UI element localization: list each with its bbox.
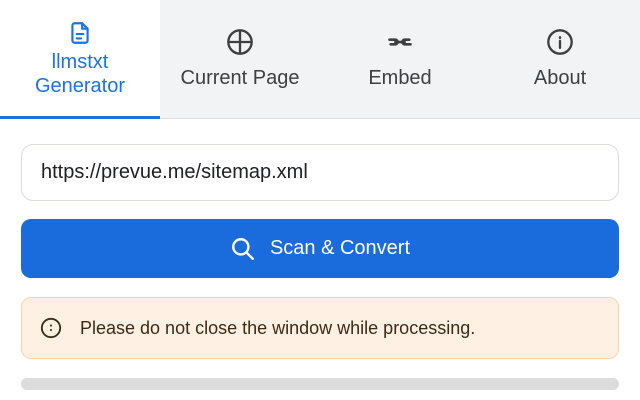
search-icon (232, 237, 254, 260)
clock-icon (40, 317, 62, 339)
tab-embed[interactable]: Embed (320, 0, 480, 118)
processing-notice: Please do not close the window while pro… (21, 297, 619, 359)
generator-panel: Scan & Convert Please do not close the w… (21, 144, 619, 390)
scan-convert-button[interactable]: Scan & Convert (21, 219, 619, 278)
tab-label: About (533, 67, 587, 89)
notice-text: Please do not close the window while pro… (80, 317, 476, 338)
tab-llmstxt-generator[interactable]: llmstxt Generator (0, 0, 160, 119)
tab-label: Embed (368, 67, 432, 89)
tab-label: Current Page (180, 67, 300, 89)
tab-current-page[interactable]: Current Page (160, 0, 320, 118)
globe-icon (227, 29, 253, 55)
tab-bar: llmstxt Generator Current Page Embed Abo… (0, 0, 640, 119)
sitemap-url-input[interactable] (21, 144, 619, 201)
link-icon (388, 38, 412, 46)
tab-about[interactable]: About (480, 0, 640, 118)
tab-label: llmstxt Generator (34, 51, 126, 97)
scan-button-label: Scan & Convert (269, 237, 411, 259)
document-icon (71, 22, 89, 44)
info-icon (547, 29, 573, 55)
progress-bar (21, 378, 619, 390)
